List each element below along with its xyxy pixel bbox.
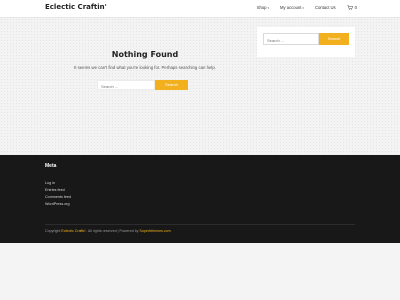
- site-footer: Meta Log in Entries feed Comments feed W…: [0, 155, 400, 243]
- page-bottom: [0, 243, 400, 300]
- footer-divider: [45, 224, 355, 225]
- site-header: Eclectic Craftin' Shop ▾ My account ▾ Co…: [0, 0, 400, 18]
- sidebar-search-button[interactable]: Search: [319, 33, 349, 45]
- nav-item-label: My account: [280, 5, 302, 10]
- meta-widget-title: Meta: [45, 163, 57, 169]
- chevron-down-icon: ▾: [302, 5, 304, 10]
- login-link[interactable]: Log in: [45, 181, 55, 185]
- sidebar-search-input[interactable]: Search ...: [263, 33, 319, 45]
- cart-icon: [346, 5, 353, 10]
- page-title: Nothing Found: [111, 50, 179, 59]
- main-nav: Shop ▾ My account ▾ Contact Us 0: [257, 5, 357, 10]
- no-results-message: It seems we can't find what you're looki…: [74, 65, 216, 70]
- copyright-text: Copyright Eclectic Craftin'. All rights …: [45, 229, 171, 233]
- list-item: Entries feed: [45, 187, 71, 194]
- nav-item-label: Shop: [256, 5, 267, 10]
- chevron-down-icon: ▾: [267, 5, 269, 10]
- cart-link[interactable]: 0: [346, 5, 357, 10]
- search-input[interactable]: Search ...: [97, 80, 155, 90]
- no-results-section: Nothing Found It seems we can't find wha…: [45, 50, 245, 70]
- site-logo[interactable]: Eclectic Craftin': [45, 3, 107, 11]
- sidebar-search-widget: Search ... Search: [257, 27, 355, 57]
- main-search-form: Search ... Search: [97, 80, 188, 90]
- comments-feed-link[interactable]: Comments feed: [45, 195, 71, 199]
- list-item: Log in: [45, 180, 71, 187]
- list-item: Comments feed: [45, 194, 71, 201]
- copyright-site-link[interactable]: Eclectic Craftin': [61, 229, 86, 233]
- nav-item-shop[interactable]: Shop ▾: [257, 5, 269, 10]
- search-button[interactable]: Search: [155, 80, 188, 90]
- powered-by-link[interactable]: Superbthemes.com: [140, 229, 171, 233]
- copyright-middle: . All rights reserved | Powered by: [86, 229, 139, 233]
- entries-feed-link[interactable]: Entries feed: [45, 188, 65, 192]
- nav-item-my-account[interactable]: My account ▾: [280, 5, 304, 10]
- meta-links: Log in Entries feed Comments feed WordPr…: [45, 180, 71, 208]
- nav-item-contact-us[interactable]: Contact Us: [315, 5, 336, 10]
- wordpress-org-link[interactable]: WordPress.org: [45, 202, 70, 206]
- nav-item-label: Contact Us: [314, 5, 336, 10]
- copyright-prefix: Copyright: [45, 229, 61, 233]
- list-item: WordPress.org: [45, 201, 71, 208]
- cart-count: 0: [354, 5, 357, 10]
